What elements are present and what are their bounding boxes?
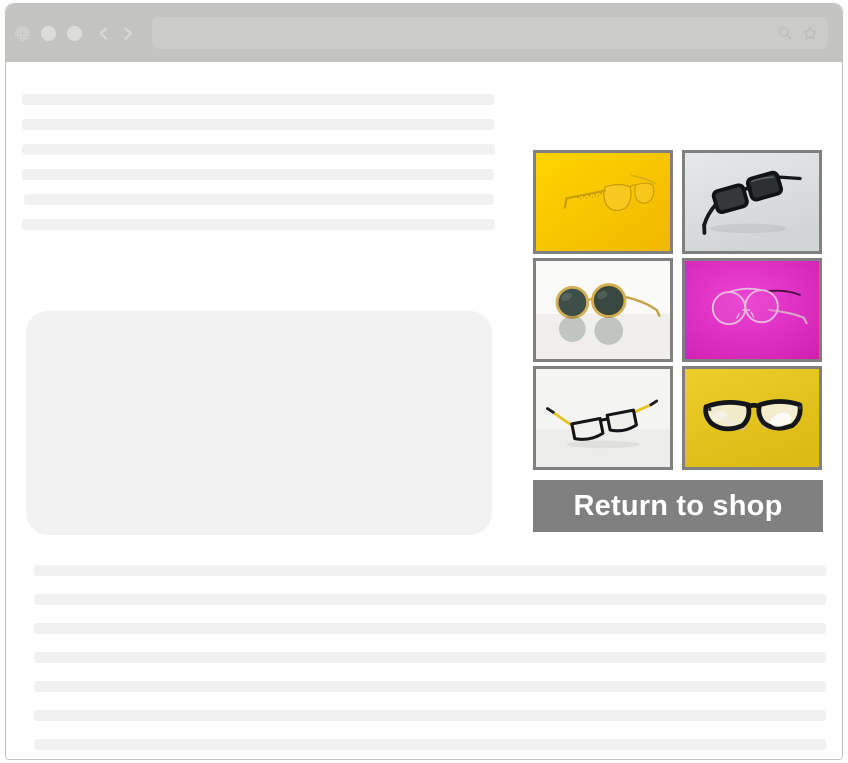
skeleton-line — [22, 119, 494, 130]
minimize-dot[interactable] — [41, 25, 56, 41]
product-thumb-wood-temple-glasses[interactable] — [682, 366, 822, 470]
close-dot[interactable] — [15, 25, 30, 41]
return-to-shop-button[interactable]: Return to shop — [533, 480, 823, 532]
product-thumb-yellow-temple-glasses[interactable] — [533, 366, 673, 470]
left-text-skeleton — [22, 94, 508, 244]
skeleton-line — [24, 194, 494, 205]
product-thumb-round-sunglasses[interactable] — [533, 258, 673, 362]
window-controls — [15, 25, 82, 41]
skeleton-line — [34, 710, 826, 721]
maximize-dot[interactable] — [67, 25, 82, 41]
skeleton-line — [34, 739, 826, 750]
skeleton-line — [34, 681, 826, 692]
skeleton-line — [34, 594, 826, 605]
browser-window: Return to shop — [5, 3, 843, 760]
skeleton-line — [22, 169, 494, 180]
media-placeholder-box — [26, 311, 492, 535]
skeleton-line — [34, 623, 826, 634]
bottom-text-skeleton — [34, 565, 826, 759]
product-gallery: Return to shop — [533, 150, 823, 532]
address-bar[interactable] — [152, 17, 828, 49]
product-thumb-grid — [533, 150, 823, 470]
product-thumb-yellow-tinted-glasses[interactable] — [533, 150, 673, 254]
skeleton-line — [22, 94, 494, 105]
skeleton-line — [34, 565, 826, 576]
chevron-left-icon[interactable] — [95, 25, 112, 42]
chevron-right-icon[interactable] — [119, 25, 136, 42]
address-bar-icons — [777, 25, 818, 41]
page-content: Return to shop — [6, 62, 842, 759]
product-thumb-black-frame-glasses[interactable] — [682, 150, 822, 254]
skeleton-line — [22, 144, 495, 155]
browser-toolbar — [6, 4, 842, 62]
product-thumb-wire-glasses-pink[interactable] — [682, 258, 822, 362]
skeleton-line — [22, 219, 495, 230]
bookmark-star-icon[interactable] — [802, 25, 818, 41]
search-icon[interactable] — [777, 25, 793, 41]
skeleton-line — [34, 652, 826, 663]
navigation-controls — [95, 25, 136, 42]
